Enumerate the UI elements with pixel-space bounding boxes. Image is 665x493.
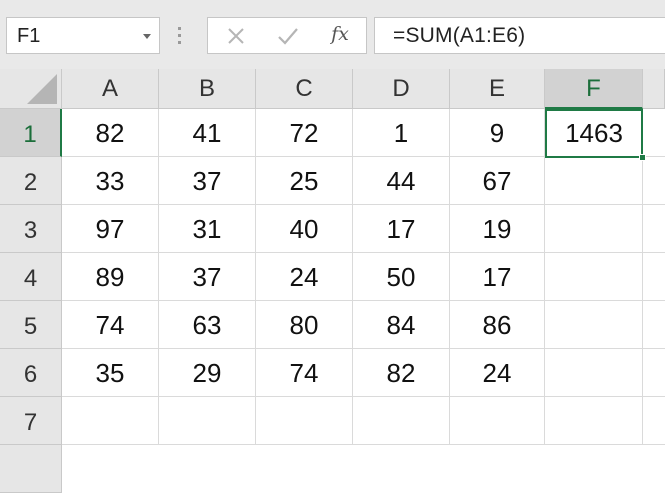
cell-overflow[interactable] — [643, 109, 665, 157]
grip-icon[interactable] — [178, 27, 181, 45]
cell-e2[interactable]: 67 — [450, 157, 545, 205]
cell-f7[interactable] — [545, 397, 643, 445]
cell-c1[interactable]: 72 — [256, 109, 353, 157]
row-header-1[interactable]: 1 — [0, 109, 62, 157]
cell-b6[interactable]: 29 — [159, 349, 256, 397]
cell-b1[interactable]: 41 — [159, 109, 256, 157]
select-all-button[interactable] — [0, 69, 62, 109]
row-header-2[interactable]: 2 — [0, 157, 62, 205]
column-header-c[interactable]: C — [256, 69, 353, 109]
cell-b4[interactable]: 37 — [159, 253, 256, 301]
cell-b7[interactable] — [159, 397, 256, 445]
row-header-5[interactable]: 5 — [0, 301, 62, 349]
cell-f2[interactable] — [545, 157, 643, 205]
column-header-d[interactable]: D — [353, 69, 450, 109]
column-header-b[interactable]: B — [159, 69, 256, 109]
cell-a4[interactable]: 89 — [62, 253, 159, 301]
cell-e5[interactable]: 86 — [450, 301, 545, 349]
cell-a7[interactable] — [62, 397, 159, 445]
chevron-down-icon[interactable] — [143, 34, 151, 39]
cell-c4[interactable]: 24 — [256, 253, 353, 301]
cell-a6[interactable]: 35 — [62, 349, 159, 397]
cell-b5[interactable]: 63 — [159, 301, 256, 349]
cell-overflow[interactable] — [643, 157, 665, 205]
cell-c2[interactable]: 25 — [256, 157, 353, 205]
cell-d5[interactable]: 84 — [353, 301, 450, 349]
column-header-a[interactable]: A — [62, 69, 159, 109]
cell-d4[interactable]: 50 — [353, 253, 450, 301]
column-header-next[interactable] — [643, 69, 665, 109]
formula-input[interactable]: =SUM(A1:E6) — [374, 17, 665, 54]
row-header-3[interactable]: 3 — [0, 205, 62, 253]
cell-c5[interactable]: 80 — [256, 301, 353, 349]
cell-overflow[interactable] — [643, 205, 665, 253]
column-header-e[interactable]: E — [450, 69, 545, 109]
name-box[interactable]: F1 — [6, 17, 160, 54]
cell-d6[interactable]: 82 — [353, 349, 450, 397]
cell-f6[interactable] — [545, 349, 643, 397]
cell-d2[interactable]: 44 — [353, 157, 450, 205]
cell-e1[interactable]: 9 — [450, 109, 545, 157]
cell-d1[interactable]: 1 — [353, 109, 450, 157]
cell-c3[interactable]: 40 — [256, 205, 353, 253]
select-all-icon — [27, 74, 57, 104]
cell-overflow[interactable] — [643, 349, 665, 397]
cell-e7[interactable] — [450, 397, 545, 445]
cell-f4[interactable] — [545, 253, 643, 301]
cell-b3[interactable]: 31 — [159, 205, 256, 253]
cell-c6[interactable]: 74 — [256, 349, 353, 397]
cancel-button[interactable] — [214, 20, 258, 52]
row-header-7[interactable]: 7 — [0, 397, 62, 445]
column-header-f[interactable]: F — [545, 69, 643, 109]
cell-a1[interactable]: 82 — [62, 109, 159, 157]
cell-overflow[interactable] — [643, 301, 665, 349]
row-header-4[interactable]: 4 — [0, 253, 62, 301]
enter-button[interactable] — [266, 20, 310, 52]
cell-d3[interactable]: 17 — [353, 205, 450, 253]
cell-a3[interactable]: 97 — [62, 205, 159, 253]
check-icon — [278, 28, 298, 45]
formula-buttons: fx — [207, 17, 367, 54]
cell-e6[interactable]: 24 — [450, 349, 545, 397]
insert-function-button[interactable]: fx — [318, 20, 362, 52]
function-icon: fx — [331, 23, 349, 45]
formula-bar-area: F1 fx =SUM(A1:E6) — [0, 0, 665, 69]
cell-a2[interactable]: 33 — [62, 157, 159, 205]
cell-e3[interactable]: 19 — [450, 205, 545, 253]
cell-d7[interactable] — [353, 397, 450, 445]
active-cell-f1[interactable]: 1463 — [545, 109, 643, 158]
cell-f3[interactable] — [545, 205, 643, 253]
cell-overflow[interactable] — [643, 397, 665, 445]
cell-b2[interactable]: 37 — [159, 157, 256, 205]
cell-overflow[interactable] — [643, 253, 665, 301]
x-icon — [228, 28, 244, 44]
cell-a5[interactable]: 74 — [62, 301, 159, 349]
fill-handle[interactable] — [639, 154, 646, 161]
cell-e4[interactable]: 17 — [450, 253, 545, 301]
row-header-6[interactable]: 6 — [0, 349, 62, 397]
row-header-next[interactable] — [0, 445, 62, 493]
cell-c7[interactable] — [256, 397, 353, 445]
formula-text: =SUM(A1:E6) — [393, 24, 526, 47]
cell-f5[interactable] — [545, 301, 643, 349]
name-box-value: F1 — [17, 25, 41, 47]
